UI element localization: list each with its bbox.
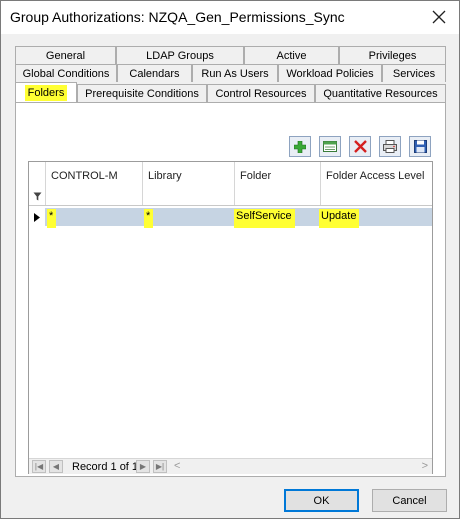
funnel-icon [33, 192, 41, 201]
tab-strip: General LDAP Groups Active Privileges Gl… [15, 46, 446, 103]
ok-button[interactable]: OK [284, 489, 359, 512]
tab-folders[interactable]: Folders [15, 82, 77, 102]
tab-global-conditions[interactable]: Global Conditions [15, 64, 117, 82]
first-record-button[interactable]: |◀ [32, 460, 46, 473]
column-header-library[interactable]: Library [142, 162, 234, 205]
dialog-window: Group Authorizations: NZQA_Gen_Permissio… [0, 0, 460, 519]
previous-record-button[interactable]: ◀ [49, 460, 63, 473]
cell-folder[interactable]: SelfService [234, 208, 320, 228]
add-button[interactable] [289, 136, 311, 157]
tab-control-resources[interactable]: Control Resources [207, 84, 315, 102]
filter-icon[interactable] [29, 188, 45, 205]
folders-grid: CONTROL-M Library Folder Folder Access L… [28, 161, 433, 474]
cell-access-level[interactable]: Update [319, 208, 432, 228]
column-header-folder[interactable]: Folder [234, 162, 320, 205]
print-icon [383, 140, 397, 153]
scroll-left-icon[interactable]: < [174, 460, 180, 472]
save-icon [413, 140, 427, 153]
table-row[interactable]: * * SelfService Update [29, 208, 432, 228]
last-record-button[interactable]: ▶| [153, 460, 167, 473]
title-bar: Group Authorizations: NZQA_Gen_Permissio… [1, 1, 459, 34]
cell-folder-value: SelfService [234, 209, 295, 228]
tab-workload-policies[interactable]: Workload Policies [278, 64, 382, 82]
grid-header: CONTROL-M Library Folder Folder Access L… [29, 162, 432, 206]
cell-controlm[interactable]: * [47, 208, 142, 228]
record-navigator: |◀ ◀ Record 1 of 1 ▶ ▶| < > [29, 458, 432, 474]
cell-library-value: * [144, 209, 154, 228]
tab-run-as-users[interactable]: Run As Users [192, 64, 278, 82]
scroll-right-icon[interactable]: > [422, 460, 428, 472]
edit-button[interactable] [319, 136, 341, 157]
edit-icon [323, 141, 337, 152]
column-header-controlm[interactable]: CONTROL-M [45, 162, 142, 205]
save-button[interactable] [409, 136, 431, 157]
delete-icon [353, 140, 367, 153]
cell-access-level-value: Update [319, 209, 360, 228]
tab-active[interactable]: Active [244, 46, 339, 64]
close-icon [432, 10, 446, 24]
tab-quantitative-resources[interactable]: Quantitative Resources [315, 84, 446, 102]
print-button[interactable] [379, 136, 401, 157]
tab-privileges[interactable]: Privileges [339, 46, 446, 64]
tab-prerequisite-conditions[interactable]: Prerequisite Conditions [77, 84, 207, 102]
cell-library[interactable]: * [144, 208, 234, 228]
cancel-button[interactable]: Cancel [372, 489, 447, 512]
row-pointer-icon [29, 208, 45, 226]
column-header-folder-access-level[interactable]: Folder Access Level [320, 162, 432, 205]
folders-panel: CONTROL-M Library Folder Folder Access L… [15, 102, 446, 477]
tab-general[interactable]: General [15, 46, 116, 64]
dialog-title: Group Authorizations: NZQA_Gen_Permissio… [10, 9, 345, 25]
add-icon [294, 140, 306, 153]
record-counter: Record 1 of 1 [72, 461, 139, 473]
next-record-button[interactable]: ▶ [136, 460, 150, 473]
tab-folders-label: Folders [24, 84, 68, 101]
close-button[interactable] [425, 4, 453, 30]
tab-ldap-groups[interactable]: LDAP Groups [116, 46, 244, 64]
tab-services[interactable]: Services [382, 64, 446, 82]
tab-calendars[interactable]: Calendars [117, 64, 192, 82]
delete-button[interactable] [349, 136, 371, 157]
cell-controlm-value: * [47, 209, 57, 228]
